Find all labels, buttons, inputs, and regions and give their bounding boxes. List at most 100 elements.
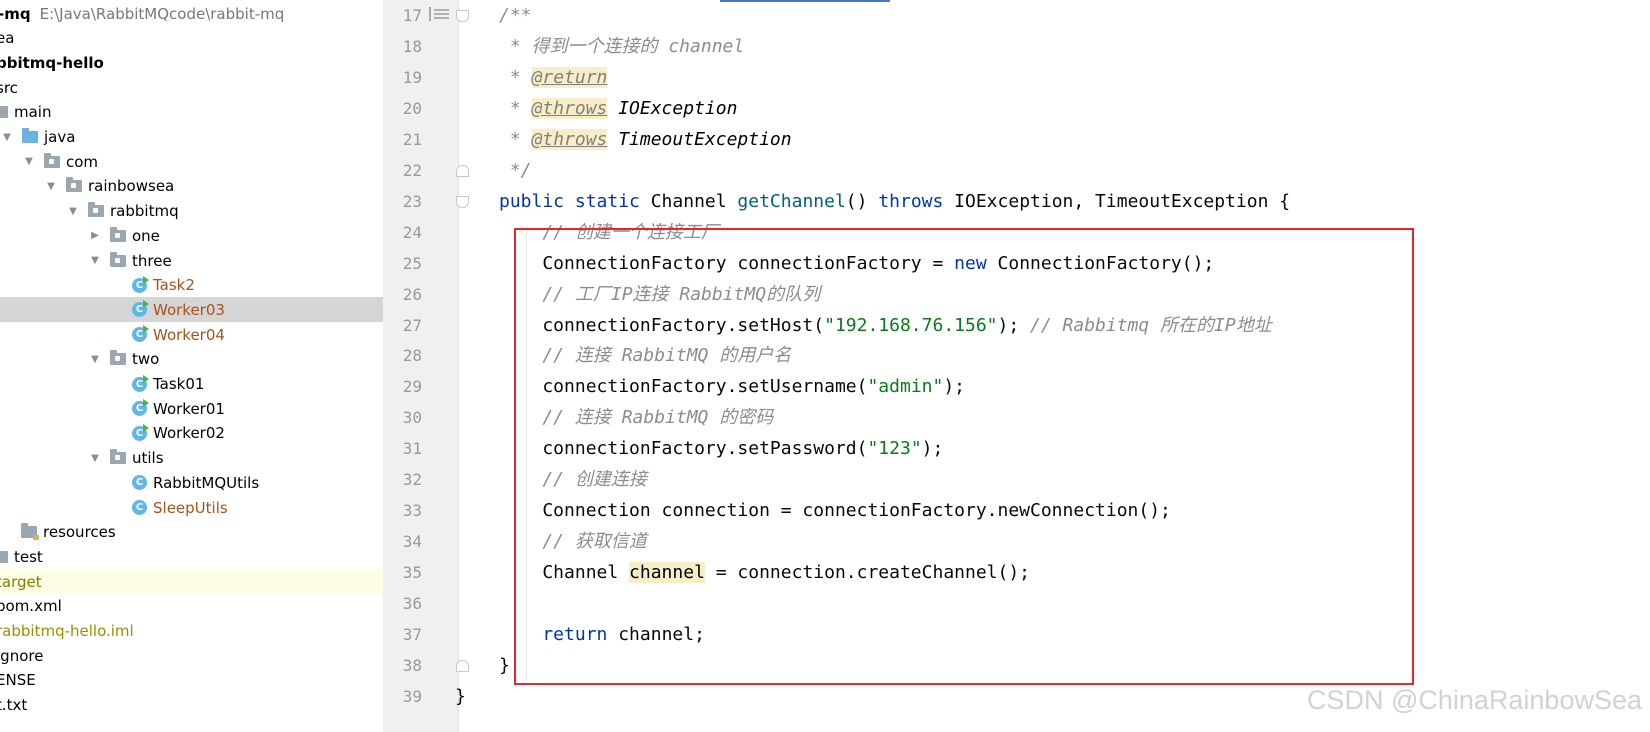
- java-class-icon: C: [132, 475, 147, 491]
- line-number: 20: [402, 98, 422, 118]
- code-token: connectionFactory.setHost(: [499, 314, 825, 336]
- line-number: 21: [402, 129, 422, 149]
- tree-item[interactable]: C Worker02: [0, 421, 383, 446]
- tree-item-label: two: [132, 350, 160, 369]
- tree-item-label: test: [14, 547, 43, 566]
- code-token: }: [499, 654, 510, 676]
- package-icon: [66, 177, 82, 193]
- line-number: 39: [402, 686, 422, 706]
- tree-item[interactable]: ea: [0, 26, 383, 51]
- line-number: 24: [402, 222, 422, 242]
- line-number: 18: [402, 36, 422, 56]
- tree-item[interactable]: bbitmq-hello: [0, 50, 383, 75]
- expand-arrow-icon[interactable]: ▼: [89, 354, 101, 365]
- tree-item[interactable]: t.txt: [0, 693, 383, 718]
- tree-item[interactable]: -mq E:\Java\RabbitMQcode\rabbit-mq: [0, 1, 383, 26]
- tree-item-label: one: [132, 226, 160, 245]
- fold-marker-icon[interactable]: [456, 659, 469, 672]
- tree-item-label: t.txt: [0, 696, 28, 715]
- tree-item[interactable]: pom.xml: [0, 594, 383, 619]
- code-line: Connection connection = connectionFactor…: [499, 496, 1171, 526]
- tree-item[interactable]: C Task01: [0, 372, 383, 397]
- java-class-icon: C: [132, 399, 149, 417]
- expand-arrow-icon[interactable]: ▼: [89, 255, 101, 266]
- code-line: * 得到一个连接的 channel: [499, 32, 744, 62]
- tree-item[interactable]: C RabbitMQUtils: [0, 470, 383, 495]
- tree-item[interactable]: ignore: [0, 643, 383, 668]
- line-number: 22: [402, 160, 422, 180]
- folder-icon: [22, 128, 38, 143]
- tree-item[interactable]: ENSE: [0, 668, 383, 693]
- code-line: // 创建连接: [499, 465, 647, 495]
- doc-render-icon[interactable]: [429, 7, 449, 21]
- tree-item[interactable]: C Worker03: [0, 297, 383, 323]
- package-icon: [110, 449, 126, 465]
- folder-icon: [21, 523, 39, 541]
- tree-item-label: Worker04: [153, 325, 225, 344]
- project-path: E:\Java\RabbitMQcode\rabbit-mq: [39, 4, 285, 23]
- code-token: *: [499, 66, 532, 88]
- tree-item[interactable]: ▼ java: [0, 125, 383, 150]
- tree-item[interactable]: ▶ one: [0, 223, 383, 248]
- line-number: 31: [402, 439, 422, 459]
- code-token: Channel: [650, 190, 738, 212]
- tree-item[interactable]: src: [0, 75, 383, 100]
- code-token: // 连接 RabbitMQ 的用户名: [499, 345, 792, 367]
- tree-item[interactable]: ▼ rainbowsea: [0, 174, 383, 199]
- code-token: // 连接 RabbitMQ 的密码: [499, 407, 774, 429]
- code-line: return channel;: [499, 620, 705, 650]
- code-line: */: [499, 156, 532, 186]
- collapse-arrow-icon[interactable]: ▶: [89, 230, 101, 241]
- code-token: TimeoutException: [607, 128, 792, 150]
- line-number: 33: [402, 501, 422, 521]
- expand-arrow-icon[interactable]: ▼: [45, 181, 57, 192]
- code-token: /**: [499, 5, 532, 26]
- line-number: 27: [402, 315, 422, 335]
- tree-item[interactable]: C Task2: [0, 273, 383, 298]
- expand-arrow-icon[interactable]: ▼: [1, 132, 13, 143]
- tree-item[interactable]: main: [0, 100, 383, 125]
- java-class-icon: C: [132, 275, 149, 293]
- line-number: 38: [402, 655, 422, 675]
- tree-item-label: rabbitmq: [110, 202, 179, 221]
- code-token: channel: [629, 562, 705, 584]
- tree-item[interactable]: resources: [0, 520, 383, 545]
- expand-arrow-icon[interactable]: ▼: [89, 453, 101, 464]
- tree-item[interactable]: ▼ com: [0, 149, 383, 174]
- tree-item-label: Worker02: [153, 424, 225, 443]
- fold-marker-icon[interactable]: [456, 195, 469, 208]
- tree-item-label: RabbitMQUtils: [153, 473, 260, 492]
- code-line: /**: [499, 1, 532, 31]
- line-number: 37: [402, 625, 422, 644]
- fold-marker-icon[interactable]: [456, 164, 469, 177]
- tree-item[interactable]: ▼ utils: [0, 446, 383, 471]
- tree-item[interactable]: C Worker04: [0, 322, 383, 347]
- tree-item-label: Task2: [153, 276, 195, 295]
- fold-marker-icon[interactable]: [456, 10, 469, 22]
- tree-item[interactable]: C SleepUtils: [0, 495, 383, 520]
- tree-item-label: SleepUtils: [153, 498, 228, 517]
- code-token: // Rabbitmq 所在的IP地址: [1030, 314, 1272, 336]
- code-token: );: [997, 314, 1031, 336]
- expand-arrow-icon[interactable]: ▼: [23, 156, 35, 167]
- tree-item[interactable]: ▼ three: [0, 248, 383, 273]
- tree-item[interactable]: target: [0, 569, 383, 595]
- tree-item-label: com: [66, 152, 99, 171]
- code-line: // 工厂IP连接 RabbitMQ的队列: [499, 280, 820, 310]
- package-icon: [44, 152, 60, 168]
- tree-item[interactable]: C Worker01: [0, 396, 383, 421]
- line-number: 30: [402, 408, 422, 428]
- code-token: Connection connection = connectionFactor…: [499, 500, 1171, 522]
- code-line: }: [455, 682, 466, 712]
- code-token: */: [499, 159, 532, 181]
- code-token: * 得到一个连接的 channel: [499, 35, 745, 57]
- tree-item[interactable]: rabbitmq-hello.iml: [0, 619, 383, 644]
- tree-item[interactable]: ▼ two: [0, 347, 383, 372]
- code-token: // 工厂IP连接 RabbitMQ的队列: [499, 283, 821, 305]
- expand-arrow-icon[interactable]: ▼: [67, 206, 79, 217]
- code-editor[interactable]: /** * 得到一个连接的 channel * @return * @throw…: [455, 0, 1650, 732]
- tree-item[interactable]: test: [0, 544, 383, 569]
- code-line: ConnectionFactory connectionFactory = ne…: [499, 249, 1214, 279]
- code-line: }: [499, 651, 510, 681]
- tree-item[interactable]: ▼ rabbitmq: [0, 199, 383, 224]
